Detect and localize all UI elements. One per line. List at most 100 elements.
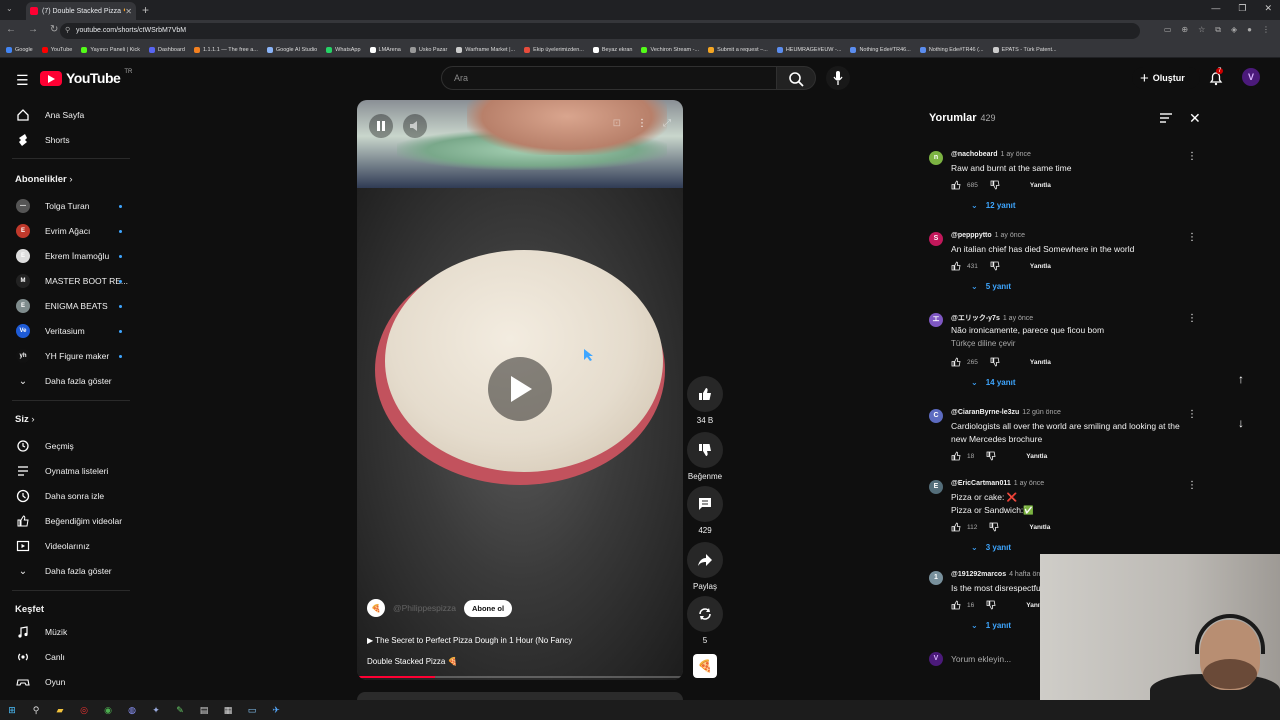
share-button[interactable]: [687, 542, 723, 578]
comment-username[interactable]: @pepppytto: [951, 232, 992, 239]
like-action[interactable]: 34 B: [687, 376, 723, 425]
view-replies-button[interactable]: ⌄ 5 yanıt: [971, 282, 1011, 291]
search-input[interactable]: Ara: [441, 66, 777, 90]
bookmark-item[interactable]: WhatsApp: [326, 46, 361, 53]
account-avatar[interactable]: V: [1242, 68, 1260, 86]
comment-username[interactable]: @EricCartman011: [951, 480, 1011, 487]
comments-action[interactable]: 429: [687, 486, 723, 535]
sidebar-subscription-item[interactable]: M MASTER BOOT RE...: [0, 270, 140, 292]
voice-search-button[interactable]: [826, 66, 850, 90]
bookmark-item[interactable]: Google: [6, 46, 33, 53]
close-window-button[interactable]: ✕: [1264, 3, 1272, 14]
sidebar-subscription-item[interactable]: Ve Veritasium: [0, 320, 140, 342]
sidebar-item-home[interactable]: Ana Sayfa: [0, 104, 140, 126]
app-icon[interactable]: ▤: [198, 704, 210, 716]
comment-menu-icon[interactable]: ⋮: [1187, 409, 1197, 420]
thumbs-up-icon[interactable]: [951, 600, 961, 610]
linked-video-title[interactable]: ▶ The Secret to Perfect Pizza Dough in 1…: [367, 630, 667, 651]
app-icon[interactable]: ▭: [246, 704, 258, 716]
volume-button[interactable]: [403, 114, 427, 138]
app-icon[interactable]: ✎: [174, 704, 186, 716]
subscriptions-heading[interactable]: Abonelikler ›: [15, 174, 73, 185]
audio-thumbnail[interactable]: 🍕: [693, 654, 717, 678]
bookmark-item[interactable]: Yayıncı Paneli | Kick: [81, 46, 140, 53]
forward-icon[interactable]: →: [28, 24, 38, 35]
cast-icon[interactable]: ▭: [1164, 25, 1172, 35]
thumbs-up-icon[interactable]: [951, 261, 961, 271]
thumbs-down-icon[interactable]: [990, 357, 1000, 367]
discord-icon[interactable]: ◍: [126, 704, 138, 716]
steam-icon[interactable]: ✦: [150, 704, 162, 716]
youtube-logo[interactable]: YouTube TR: [40, 69, 132, 86]
sidebar-item-your-videos[interactable]: Videolarınız: [0, 535, 140, 557]
extensions-puzzle-icon[interactable]: ◈: [1231, 25, 1237, 35]
comment-author[interactable]: @191292marcos 4 hafta önce: [951, 571, 1048, 578]
commenter-avatar[interactable]: 1: [929, 571, 943, 585]
previous-short-arrow-icon[interactable]: ↑: [1238, 372, 1244, 386]
reply-button[interactable]: Yanıtla: [1030, 182, 1051, 189]
you-show-more[interactable]: ⌄ Daha fazla göster: [0, 560, 140, 582]
bookmark-item[interactable]: Dashboard: [149, 46, 185, 53]
big-play-button[interactable]: [488, 357, 552, 421]
bookmark-item[interactable]: LMArena: [369, 46, 401, 53]
comment-username[interactable]: @191292marcos: [951, 571, 1006, 578]
bookmark-item[interactable]: Google AI Studio: [266, 46, 317, 53]
bookmark-item[interactable]: YouTube: [41, 46, 72, 53]
commenter-avatar[interactable]: E: [929, 480, 943, 494]
commenter-avatar[interactable]: C: [929, 409, 943, 423]
sidebar-subscription-item[interactable]: E ENIGMA BEATS: [0, 295, 140, 317]
sidebar-subscription-item[interactable]: E Evrim Ağacı: [0, 220, 140, 242]
sidebar-subscription-item[interactable]: — Tolga Turan: [0, 195, 140, 217]
bookmark-item[interactable]: Nothing Ede#TR46 (...: [919, 46, 984, 53]
subscribe-button[interactable]: Abone ol: [463, 599, 513, 617]
translate-link[interactable]: Türkçe diline çevir: [951, 337, 1196, 350]
comment-menu-icon[interactable]: ⋮: [1187, 480, 1197, 491]
remix-action[interactable]: 5: [687, 596, 723, 645]
chrome-icon[interactable]: ◉: [102, 704, 114, 716]
view-replies-button[interactable]: ⌄ 3 yanıt: [971, 543, 1011, 552]
player-menu-icon[interactable]: ⋮: [637, 118, 647, 129]
thumbs-down-icon[interactable]: [990, 180, 1000, 190]
bookmark-item[interactable]: Submit a request –...: [708, 46, 768, 53]
menu-hamburger-icon[interactable]: ☰: [16, 72, 29, 89]
tab-search-icon[interactable]: ⌄: [6, 4, 13, 13]
thumbs-up-icon[interactable]: [951, 522, 961, 532]
thumbs-up-icon[interactable]: [951, 180, 961, 190]
view-replies-button[interactable]: ⌄ 12 yanıt: [971, 201, 1016, 210]
close-comments-icon[interactable]: ✕: [1189, 110, 1201, 127]
reply-button[interactable]: Yanıtla: [1030, 263, 1051, 270]
app-icon[interactable]: ▦: [222, 704, 234, 716]
dislike-button[interactable]: [687, 432, 723, 468]
comment-author[interactable]: @EricCartman011 1 ay önce: [951, 480, 1044, 487]
browser-tab-active[interactable]: (7) Double Stacked Pizza 🍕 - Yo... ✕: [26, 2, 136, 20]
comment-author[interactable]: @CiaranByrne-le3zu 12 gün önce: [951, 409, 1061, 416]
reply-button[interactable]: Yanıtla: [1026, 453, 1047, 460]
progress-bar[interactable]: [357, 676, 683, 678]
bookmark-item[interactable]: Beyaz ekran: [592, 46, 632, 53]
remix-button[interactable]: [687, 596, 723, 632]
like-button[interactable]: [687, 376, 723, 412]
thumbs-up-icon[interactable]: [951, 451, 961, 461]
reply-button[interactable]: Yanıtla: [1029, 524, 1050, 531]
sidebar-subscription-item[interactable]: yh YH Figure maker: [0, 345, 140, 367]
bookmark-item[interactable]: Nothing Ede#TR46...: [850, 46, 911, 53]
thumbs-down-icon[interactable]: [990, 261, 1000, 271]
bookmark-item[interactable]: Ekip üyelerimizden...: [524, 46, 584, 53]
app-icon[interactable]: ✈: [270, 704, 282, 716]
comment-author[interactable]: @pepppytto 1 ay önce: [951, 232, 1025, 239]
commenter-avatar[interactable]: エ: [929, 313, 943, 327]
extension-icon[interactable]: ⧉: [1215, 25, 1221, 35]
sidebar-item-shorts[interactable]: Shorts: [0, 129, 140, 151]
captions-icon[interactable]: ⊡: [613, 118, 621, 129]
comments-button[interactable]: [687, 486, 723, 522]
thumbs-up-icon[interactable]: [951, 357, 961, 367]
tab-close-icon[interactable]: ✕: [125, 7, 132, 16]
sidebar-item-liked[interactable]: Beğendiğim videolar: [0, 510, 140, 532]
comment-menu-icon[interactable]: ⋮: [1187, 151, 1197, 162]
view-replies-button[interactable]: ⌄ 1 yanıt: [971, 621, 1011, 630]
browser-menu-icon[interactable]: ⋮: [1262, 25, 1270, 35]
bookmark-star-icon[interactable]: ☆: [1198, 25, 1205, 35]
sidebar-item-watch-later[interactable]: Daha sonra izle: [0, 485, 140, 507]
bookmark-item[interactable]: EPATS - Türk Patent...: [992, 46, 1057, 53]
bookmark-item[interactable]: Usko Pazar: [409, 46, 447, 53]
